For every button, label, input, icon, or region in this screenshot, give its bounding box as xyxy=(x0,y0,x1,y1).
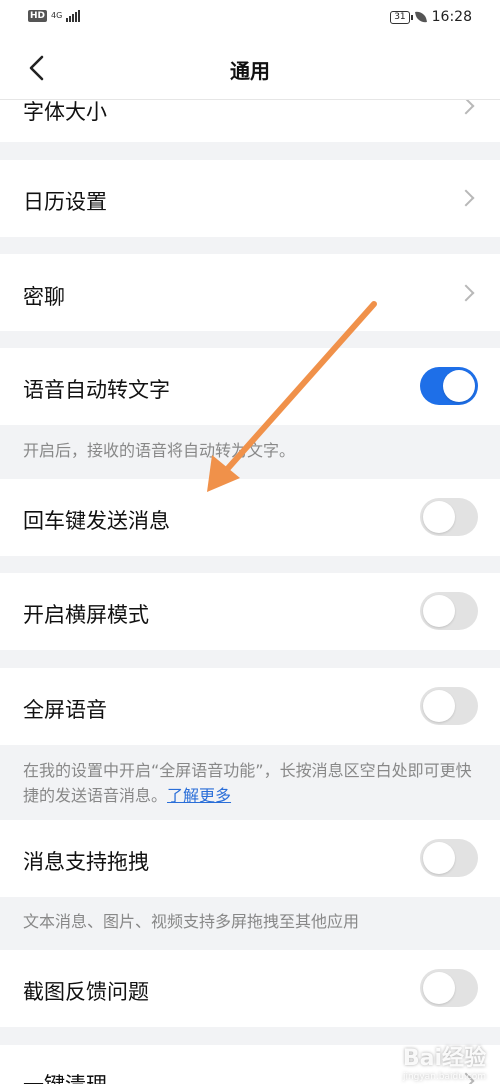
setting-label: 回车键发送消息 xyxy=(23,509,170,533)
drag-toggle[interactable] xyxy=(420,839,478,877)
chevron-right-icon xyxy=(457,97,475,115)
nav-bar: 通用 xyxy=(0,36,500,100)
hint-text: 在我的设置中开启“全屏语音功能”，长按消息区空白处即可更快捷的发送语音消息。 xyxy=(23,761,472,805)
status-bar: HD 4G 31 16:28 xyxy=(0,0,500,36)
setting-hint: 文本消息、图片、视频支持多屏拖拽至其他应用 xyxy=(23,912,360,931)
setting-label: 截图反馈问题 xyxy=(23,980,149,1004)
voice-to-text-toggle[interactable] xyxy=(420,367,478,405)
setting-label: 全屏语音 xyxy=(23,698,107,722)
setting-label: 开启横屏模式 xyxy=(23,603,149,627)
landscape-toggle[interactable] xyxy=(420,592,478,630)
leaf-icon xyxy=(414,10,427,24)
setting-secret-chat[interactable]: 密聊 xyxy=(0,254,500,331)
setting-drag: 消息支持拖拽 xyxy=(0,820,500,897)
fullscreen-voice-toggle[interactable] xyxy=(420,687,478,725)
setting-enter-send: 回车键发送消息 xyxy=(0,479,500,556)
setting-label: 消息支持拖拽 xyxy=(23,850,149,874)
chevron-right-icon xyxy=(457,284,475,302)
network-type: 4G xyxy=(51,11,63,20)
signal-icon xyxy=(66,10,81,22)
page-title: 通用 xyxy=(230,59,270,83)
setting-hint: 开启后，接收的语音将自动转为文字。 xyxy=(23,441,296,460)
enter-send-toggle[interactable] xyxy=(420,498,478,536)
setting-landscape: 开启横屏模式 xyxy=(0,573,500,650)
screenshot-feedback-toggle[interactable] xyxy=(420,969,478,1007)
setting-label: 一键清理 xyxy=(23,1069,107,1084)
hd-badge: HD xyxy=(28,10,48,22)
watermark: Bai经验 jingyan.baidu.com xyxy=(402,1046,486,1082)
setting-label: 密聊 xyxy=(23,285,65,309)
setting-hint: 在我的设置中开启“全屏语音功能”，长按消息区空白处即可更快捷的发送语音消息。了解… xyxy=(23,758,483,808)
setting-label: 字体大小 xyxy=(23,100,107,124)
clock: 16:28 xyxy=(431,9,472,25)
battery-icon: 31 xyxy=(390,10,414,24)
setting-calendar[interactable]: 日历设置 xyxy=(0,160,500,237)
setting-label: 语音自动转文字 xyxy=(23,378,170,402)
setting-screenshot-feedback: 截图反馈问题 xyxy=(0,950,500,1027)
learn-more-link[interactable]: 了解更多 xyxy=(167,786,231,805)
setting-voice-to-text: 语音自动转文字 xyxy=(0,348,500,425)
setting-fullscreen-voice: 全屏语音 xyxy=(0,668,500,745)
chevron-right-icon xyxy=(457,189,475,207)
setting-label: 日历设置 xyxy=(23,190,107,214)
